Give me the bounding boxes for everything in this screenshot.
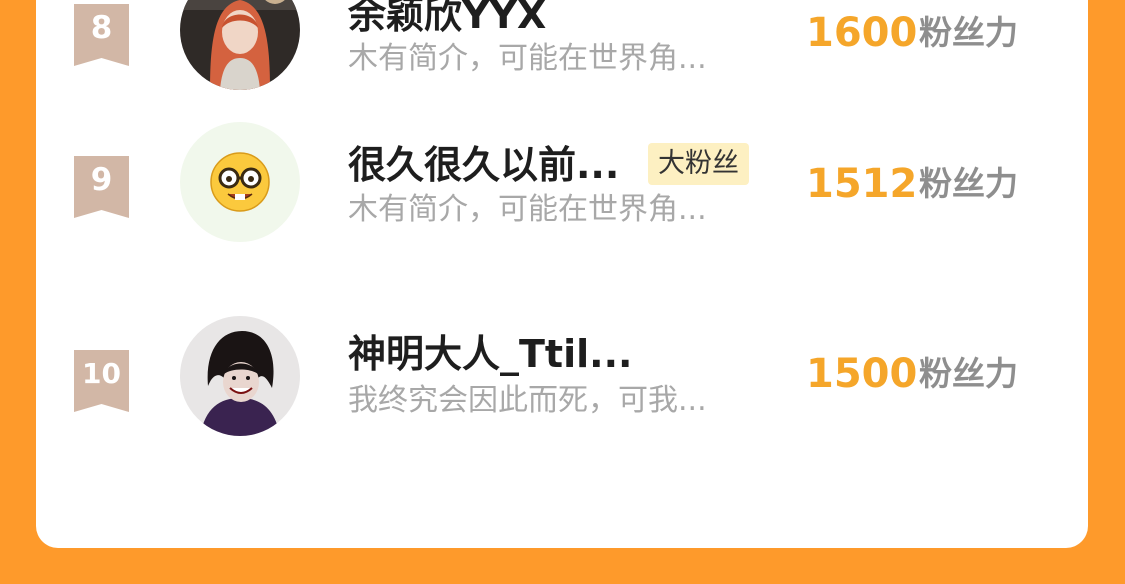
ranking-row[interactable]: 9 很久很久以前... 大粉丝 木有简介，可能在世界角... 1512 粉丝力 xyxy=(36,122,1088,300)
user-name[interactable]: 很久很久以前... xyxy=(348,142,619,188)
rank-number: 9 xyxy=(90,162,113,198)
avatar[interactable] xyxy=(180,122,300,242)
ranking-row[interactable]: 10 神明大人_Ttil... 我终究会因此而死，可我... 1500 粉丝力 xyxy=(36,316,1088,490)
rank-number: 8 xyxy=(90,10,113,46)
photo-avatar-red-hair-icon xyxy=(180,0,300,90)
rank-badge: 9 xyxy=(74,156,129,218)
anime-character-avatar-icon xyxy=(180,316,300,436)
fan-score-unit: 粉丝力 xyxy=(919,354,1018,393)
ranking-row[interactable]: 8 余颖欣YYX 木有简介，可能在世界角... 1600 粉丝力 xyxy=(36,0,1088,110)
avatar[interactable] xyxy=(180,0,300,90)
fan-score: 1512 xyxy=(806,161,918,207)
user-description: 木有简介，可能在世界角... xyxy=(348,41,707,76)
rank-badge: 8 xyxy=(74,4,129,66)
avatar[interactable] xyxy=(180,316,300,436)
fan-score: 1600 xyxy=(806,10,918,56)
user-name[interactable]: 神明大人_Ttil... xyxy=(348,331,632,377)
fan-score-unit: 粉丝力 xyxy=(919,164,1018,203)
fan-score: 1500 xyxy=(806,351,918,397)
user-description: 我终究会因此而死，可我... xyxy=(348,383,707,418)
rank-badge: 10 xyxy=(74,350,129,412)
rank-number: 10 xyxy=(82,357,121,390)
user-description: 木有简介，可能在世界角... xyxy=(348,192,707,227)
big-fan-badge: 大粉丝 xyxy=(648,143,749,185)
fan-ranking-card: 8 余颖欣YYX 木有简介，可能在世界角... 1600 粉丝力 9 很久很久以… xyxy=(36,0,1088,548)
nerd-face-emoji-icon xyxy=(180,122,300,242)
fan-score-unit: 粉丝力 xyxy=(919,13,1018,52)
user-name[interactable]: 余颖欣YYX xyxy=(348,0,546,38)
